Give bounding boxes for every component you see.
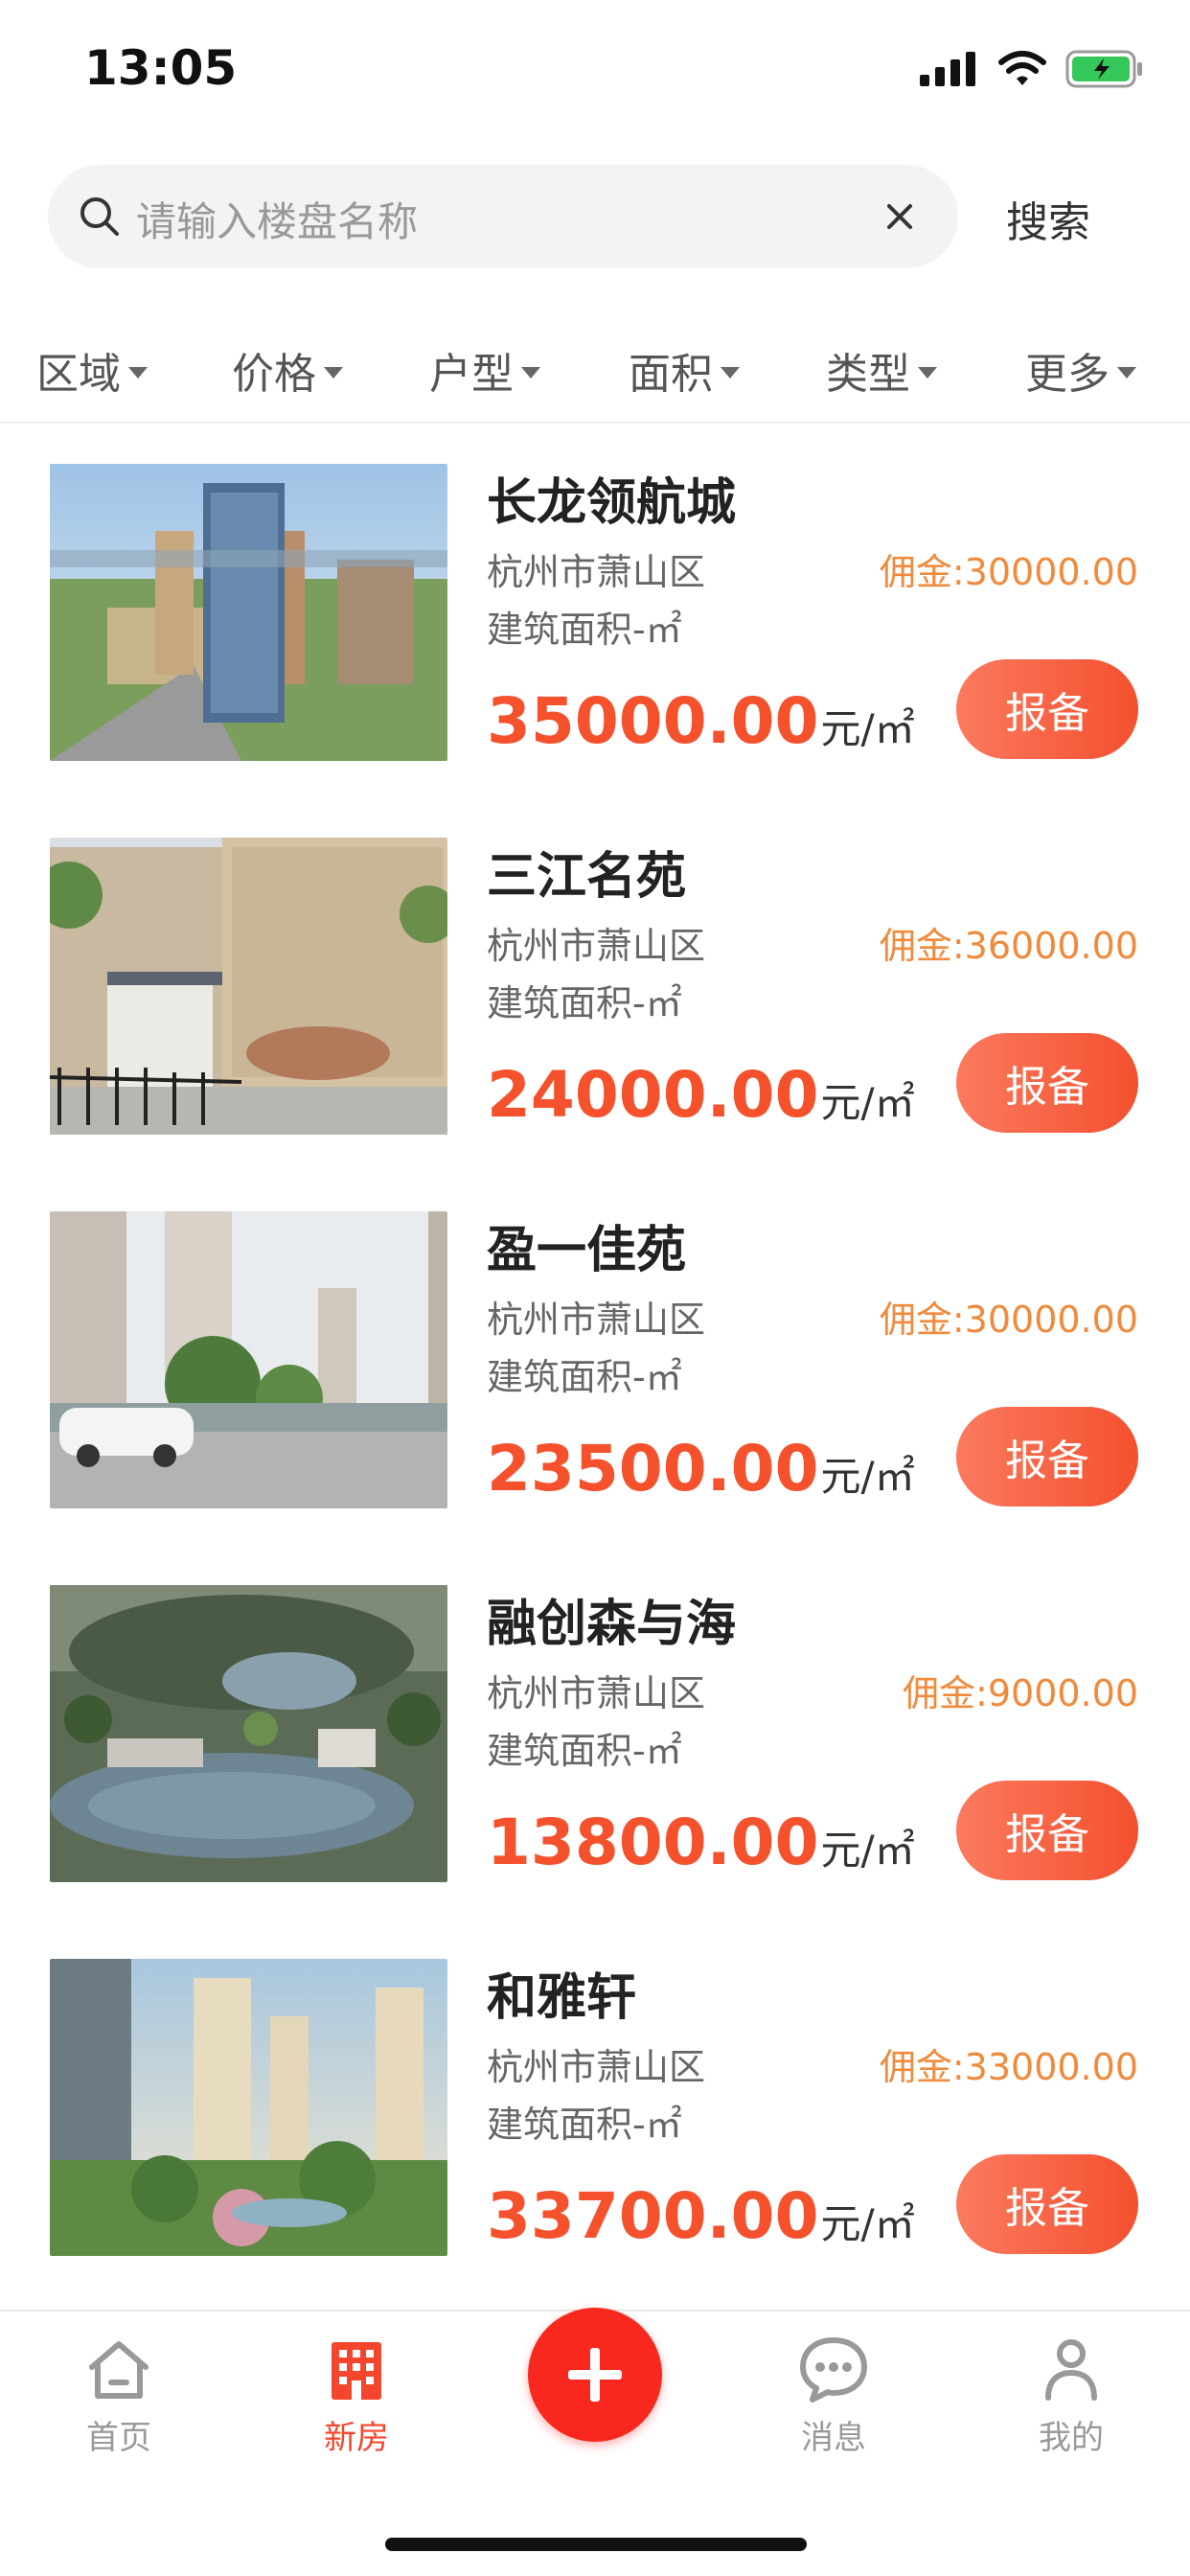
listing-card[interactable]: 和雅轩 杭州市萧山区 佣金:33000.00 建筑面积-㎡ 33700.00 元… [0,1932,1190,2306]
tab-home[interactable]: 首页 [52,2331,186,2458]
caret-down-icon [1117,367,1136,379]
filter-region[interactable]: 区域 [36,339,148,401]
filter-bar: 区域 价格 户型 面积 类型 更多 [0,326,1190,424]
filter-price[interactable]: 价格 [232,339,343,401]
tab-label: 消息 [801,2419,866,2457]
price: 13800.00 元/㎡ [487,1806,915,1879]
page: 13:05 请输入楼盘名称 搜索 区域 价格 户型 面积 类型 更多 长龙领航城… [0,0,1190,2576]
add-button[interactable] [528,2308,662,2442]
search-icon [80,197,119,236]
report-button[interactable]: 报备 [956,2154,1138,2254]
filter-label: 更多 [1025,350,1110,399]
caret-down-icon [324,367,343,379]
price-unit: 元/㎡ [820,1079,915,1126]
floor-area-label: 建筑面积-㎡ [487,2104,682,2146]
tab-label: 新房 [324,2419,389,2457]
status-time: 13:05 [84,40,238,96]
property-name: 长龙领航城 [487,474,737,532]
property-photo[interactable] [50,1585,447,1882]
listing-card[interactable]: 长龙领航城 杭州市萧山区 佣金:30000.00 建筑面积-㎡ 35000.00… [0,437,1190,811]
property-district: 杭州市萧山区 [487,925,706,967]
property-district: 杭州市萧山区 [487,1672,706,1714]
signal-icon [920,52,975,86]
floor-area-label: 建筑面积-㎡ [487,1356,682,1398]
caret-down-icon [918,367,937,379]
building-icon [332,2342,381,2400]
clear-icon[interactable] [880,196,920,237]
report-button[interactable]: 报备 [956,1407,1138,1506]
tab-label: 首页 [86,2419,151,2457]
property-district: 杭州市萧山区 [487,2046,706,2088]
commission-label: 佣金:33000.00 [879,2046,1138,2088]
price-value: 33700.00 [487,2179,819,2253]
search-placeholder: 请输入楼盘名称 [136,198,419,245]
filter-label: 区域 [36,350,121,399]
property-photo[interactable] [50,838,447,1135]
report-button[interactable]: 报备 [956,1781,1138,1880]
filter-layout[interactable]: 户型 [429,339,540,401]
report-button[interactable]: 报备 [956,1033,1138,1133]
listing-card[interactable]: 三江名苑 杭州市萧山区 佣金:36000.00 建筑面积-㎡ 24000.00 … [0,811,1190,1184]
price: 24000.00 元/㎡ [487,1058,915,1132]
price-value: 13800.00 [487,1806,819,1879]
tab-bar: 首页 新房 消息 我的 [0,2308,1190,2576]
property-photo[interactable] [50,464,447,761]
property-name: 三江名苑 [487,848,687,906]
wifi-icon [998,51,1046,85]
price-value: 35000.00 [487,684,819,758]
tab-label: 我的 [1039,2419,1104,2457]
plus-icon-bar [590,2348,600,2402]
price-value: 24000.00 [487,1058,819,1132]
property-photo[interactable] [50,1959,447,2256]
property-district: 杭州市萧山区 [487,1299,706,1341]
property-name: 盈一佳苑 [487,1222,687,1279]
filter-label: 价格 [232,350,316,399]
price-unit: 元/㎡ [820,1453,915,1500]
home-indicator[interactable] [385,2538,807,2551]
floor-area-label: 建筑面积-㎡ [487,982,682,1024]
filter-label: 户型 [429,350,514,399]
commission-label: 佣金:36000.00 [879,925,1138,967]
search-input[interactable]: 请输入楼盘名称 [48,165,958,268]
person-icon [1045,2339,1097,2401]
commission-label: 佣金:30000.00 [879,1299,1138,1341]
price-value: 23500.00 [487,1432,819,1506]
filter-label: 面积 [629,350,713,399]
filter-size[interactable]: 面积 [629,339,740,401]
price-unit: 元/㎡ [820,1827,915,1874]
commission-label: 佣金:9000.00 [903,1672,1138,1714]
property-photo[interactable] [50,1211,447,1508]
price: 23500.00 元/㎡ [487,1432,915,1506]
property-name: 和雅轩 [487,1969,637,2027]
status-icons [920,50,1144,88]
tab-new-homes[interactable]: 新房 [289,2331,423,2458]
floor-area-label: 建筑面积-㎡ [487,1730,682,1772]
commission-label: 佣金:30000.00 [879,551,1138,593]
floor-area-label: 建筑面积-㎡ [487,609,682,651]
tab-messages[interactable]: 消息 [767,2331,901,2458]
listing-card[interactable]: 融创森与海 杭州市萧山区 佣金:9000.00 建筑面积-㎡ 13800.00 … [0,1558,1190,1932]
tab-profile[interactable]: 我的 [1004,2331,1138,2458]
property-name: 融创森与海 [487,1596,737,1653]
listing-card[interactable]: 盈一佳苑 杭州市萧山区 佣金:30000.00 建筑面积-㎡ 23500.00 … [0,1184,1190,1558]
status-bar: 13:05 [0,0,1190,144]
price: 33700.00 元/㎡ [487,2179,915,2253]
filter-type[interactable]: 类型 [826,339,937,401]
property-district: 杭州市萧山区 [487,551,706,593]
home-icon [89,2341,149,2399]
price-unit: 元/㎡ [820,2200,915,2247]
price: 35000.00 元/㎡ [487,684,915,758]
caret-down-icon [721,367,740,379]
search-button[interactable]: 搜索 [1006,188,1090,249]
filter-more[interactable]: 更多 [1025,339,1136,401]
caret-down-icon [521,367,540,379]
battery-icon [1065,50,1142,88]
price-unit: 元/㎡ [820,705,915,752]
chat-bubble-icon [800,2337,867,2403]
filter-label: 类型 [826,350,910,399]
report-button[interactable]: 报备 [956,659,1138,759]
search-row: 请输入楼盘名称 搜索 [0,165,1190,270]
caret-down-icon [128,367,148,379]
